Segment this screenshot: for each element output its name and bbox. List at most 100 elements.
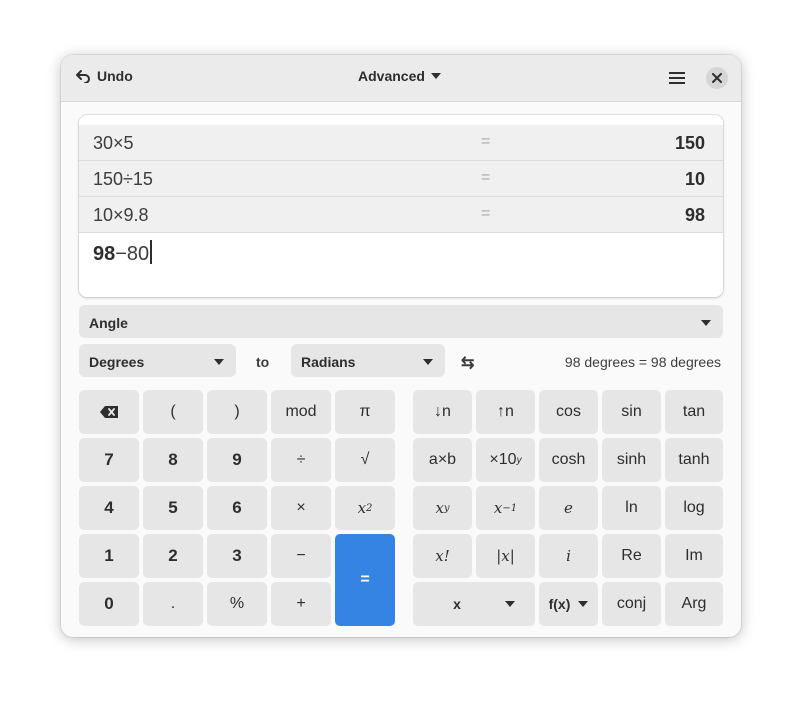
power-base: x — [435, 499, 444, 517]
history-result: 150 — [674, 133, 705, 153]
history-result: 10 — [684, 169, 705, 189]
chevron-down-icon — [423, 359, 433, 365]
absolute-value-button[interactable]: |x| — [476, 534, 535, 578]
inverse-button[interactable]: x −1 — [476, 486, 535, 530]
undo-label: Undo — [97, 68, 133, 84]
inverse-base: x — [493, 499, 503, 517]
divide-button[interactable]: ÷ — [271, 438, 331, 482]
digit-8-button[interactable]: 8 — [143, 438, 203, 482]
history-row[interactable]: 10×9.8 = 98 — [79, 197, 723, 233]
scientific-exponent-button[interactable]: ×10 y — [476, 438, 535, 482]
calculator-window: Undo Advanced 30×5 = 150 150÷15 = 10 10×… — [61, 55, 741, 637]
history-expression: 30×5 — [93, 133, 134, 153]
percent-button[interactable]: % — [207, 582, 267, 626]
pi-button[interactable]: π — [335, 390, 395, 434]
square-button[interactable]: x2 — [335, 486, 395, 530]
factorial-button[interactable]: x! — [413, 534, 472, 578]
mod-button[interactable]: mod — [271, 390, 331, 434]
history-expression: 150÷15 — [93, 169, 153, 189]
right-paren-button[interactable]: ) — [207, 390, 267, 434]
sin-button[interactable]: sin — [602, 390, 661, 434]
digit-2-button[interactable]: 2 — [143, 534, 203, 578]
digit-1-button[interactable]: 1 — [79, 534, 139, 578]
power-button[interactable]: xy — [413, 486, 472, 530]
sci-base: ×10 — [489, 451, 517, 468]
digit-5-button[interactable]: 5 — [143, 486, 203, 530]
factorize-button[interactable]: a×b — [413, 438, 472, 482]
to-unit-dropdown[interactable]: Radians — [291, 344, 445, 377]
digit-9-button[interactable]: 9 — [207, 438, 267, 482]
conjugate-button[interactable]: conj — [602, 582, 661, 626]
digit-3-button[interactable]: 3 — [207, 534, 267, 578]
chevron-down-icon — [578, 601, 589, 607]
expression-input[interactable]: 98−80 — [93, 240, 153, 266]
chevron-down-icon — [214, 359, 224, 365]
add-button[interactable]: + — [271, 582, 331, 626]
undo-button[interactable]: Undo — [75, 68, 133, 84]
to-unit-label: Radians — [301, 354, 356, 370]
entry-rest: −80 — [115, 243, 150, 265]
sci-exponent: y — [516, 454, 522, 466]
conversion-category-dropdown[interactable]: Angle — [79, 305, 723, 338]
cos-button[interactable]: cos — [539, 390, 598, 434]
history-equals: = — [481, 169, 491, 186]
power-exponent: y — [443, 502, 450, 514]
tan-button[interactable]: tan — [665, 390, 723, 434]
conversion-to-label: to — [256, 354, 270, 370]
hamburger-menu-icon — [669, 72, 685, 84]
tanh-button[interactable]: tanh — [665, 438, 723, 482]
conversion-result: 98 degrees = 98 degrees — [564, 354, 721, 370]
header-bar: Undo Advanced — [61, 55, 741, 102]
inverse-exponent: −1 — [502, 502, 518, 514]
chevron-down-icon — [701, 320, 711, 326]
cosh-button[interactable]: cosh — [539, 438, 598, 482]
mode-selector[interactable]: Advanced — [358, 68, 441, 84]
undo-icon — [76, 70, 90, 83]
chevron-down-icon — [504, 601, 515, 607]
mode-label: Advanced — [358, 68, 425, 84]
digit-4-button[interactable]: 4 — [79, 486, 139, 530]
history-equals: = — [481, 205, 491, 222]
from-unit-label: Degrees — [89, 354, 145, 370]
category-label: Angle — [89, 315, 128, 331]
close-button[interactable] — [706, 67, 728, 89]
subtract-button[interactable]: − — [271, 534, 331, 578]
decimal-point-button[interactable]: . — [143, 582, 203, 626]
backspace-button[interactable] — [79, 390, 139, 434]
shift-up-button[interactable]: ↑n — [476, 390, 535, 434]
history-result: 98 — [684, 205, 705, 225]
text-cursor — [150, 240, 153, 264]
function-label: f(x) — [548, 596, 571, 612]
entry-bold-part: 98 — [93, 243, 116, 265]
log-button[interactable]: log — [665, 486, 723, 530]
swap-units-icon[interactable]: ⇆ — [461, 353, 474, 373]
history-equals: = — [481, 133, 491, 150]
main-menu-button[interactable] — [665, 67, 689, 89]
left-paren-button[interactable]: ( — [143, 390, 203, 434]
ln-button[interactable]: ln — [602, 486, 661, 530]
argument-button[interactable]: Arg — [665, 582, 723, 626]
digit-0-button[interactable]: 0 — [79, 582, 139, 626]
equals-button[interactable]: = — [335, 534, 395, 626]
variable-x-dropdown[interactable]: x — [413, 582, 535, 626]
sqrt-button[interactable]: √ — [335, 438, 395, 482]
imaginary-i-button[interactable]: i — [539, 534, 598, 578]
imaginary-part-button[interactable]: Im — [665, 534, 723, 578]
chevron-down-icon — [430, 73, 441, 79]
history-expression: 10×9.8 — [93, 205, 149, 225]
calculation-display: 30×5 = 150 150÷15 = 10 10×9.8 = 98 98−80 — [79, 115, 723, 297]
shift-down-button[interactable]: ↓n — [413, 390, 472, 434]
backspace-icon — [100, 406, 118, 418]
from-unit-dropdown[interactable]: Degrees — [79, 344, 236, 377]
function-dropdown[interactable]: f(x) — [539, 582, 598, 626]
history-row[interactable]: 150÷15 = 10 — [79, 161, 723, 197]
square-exponent: 2 — [366, 502, 373, 514]
digit-7-button[interactable]: 7 — [79, 438, 139, 482]
real-part-button[interactable]: Re — [602, 534, 661, 578]
digit-6-button[interactable]: 6 — [207, 486, 267, 530]
close-icon — [712, 73, 722, 83]
euler-e-button[interactable]: e — [539, 486, 598, 530]
sinh-button[interactable]: sinh — [602, 438, 661, 482]
multiply-button[interactable]: × — [271, 486, 331, 530]
history-row[interactable]: 30×5 = 150 — [79, 125, 723, 161]
